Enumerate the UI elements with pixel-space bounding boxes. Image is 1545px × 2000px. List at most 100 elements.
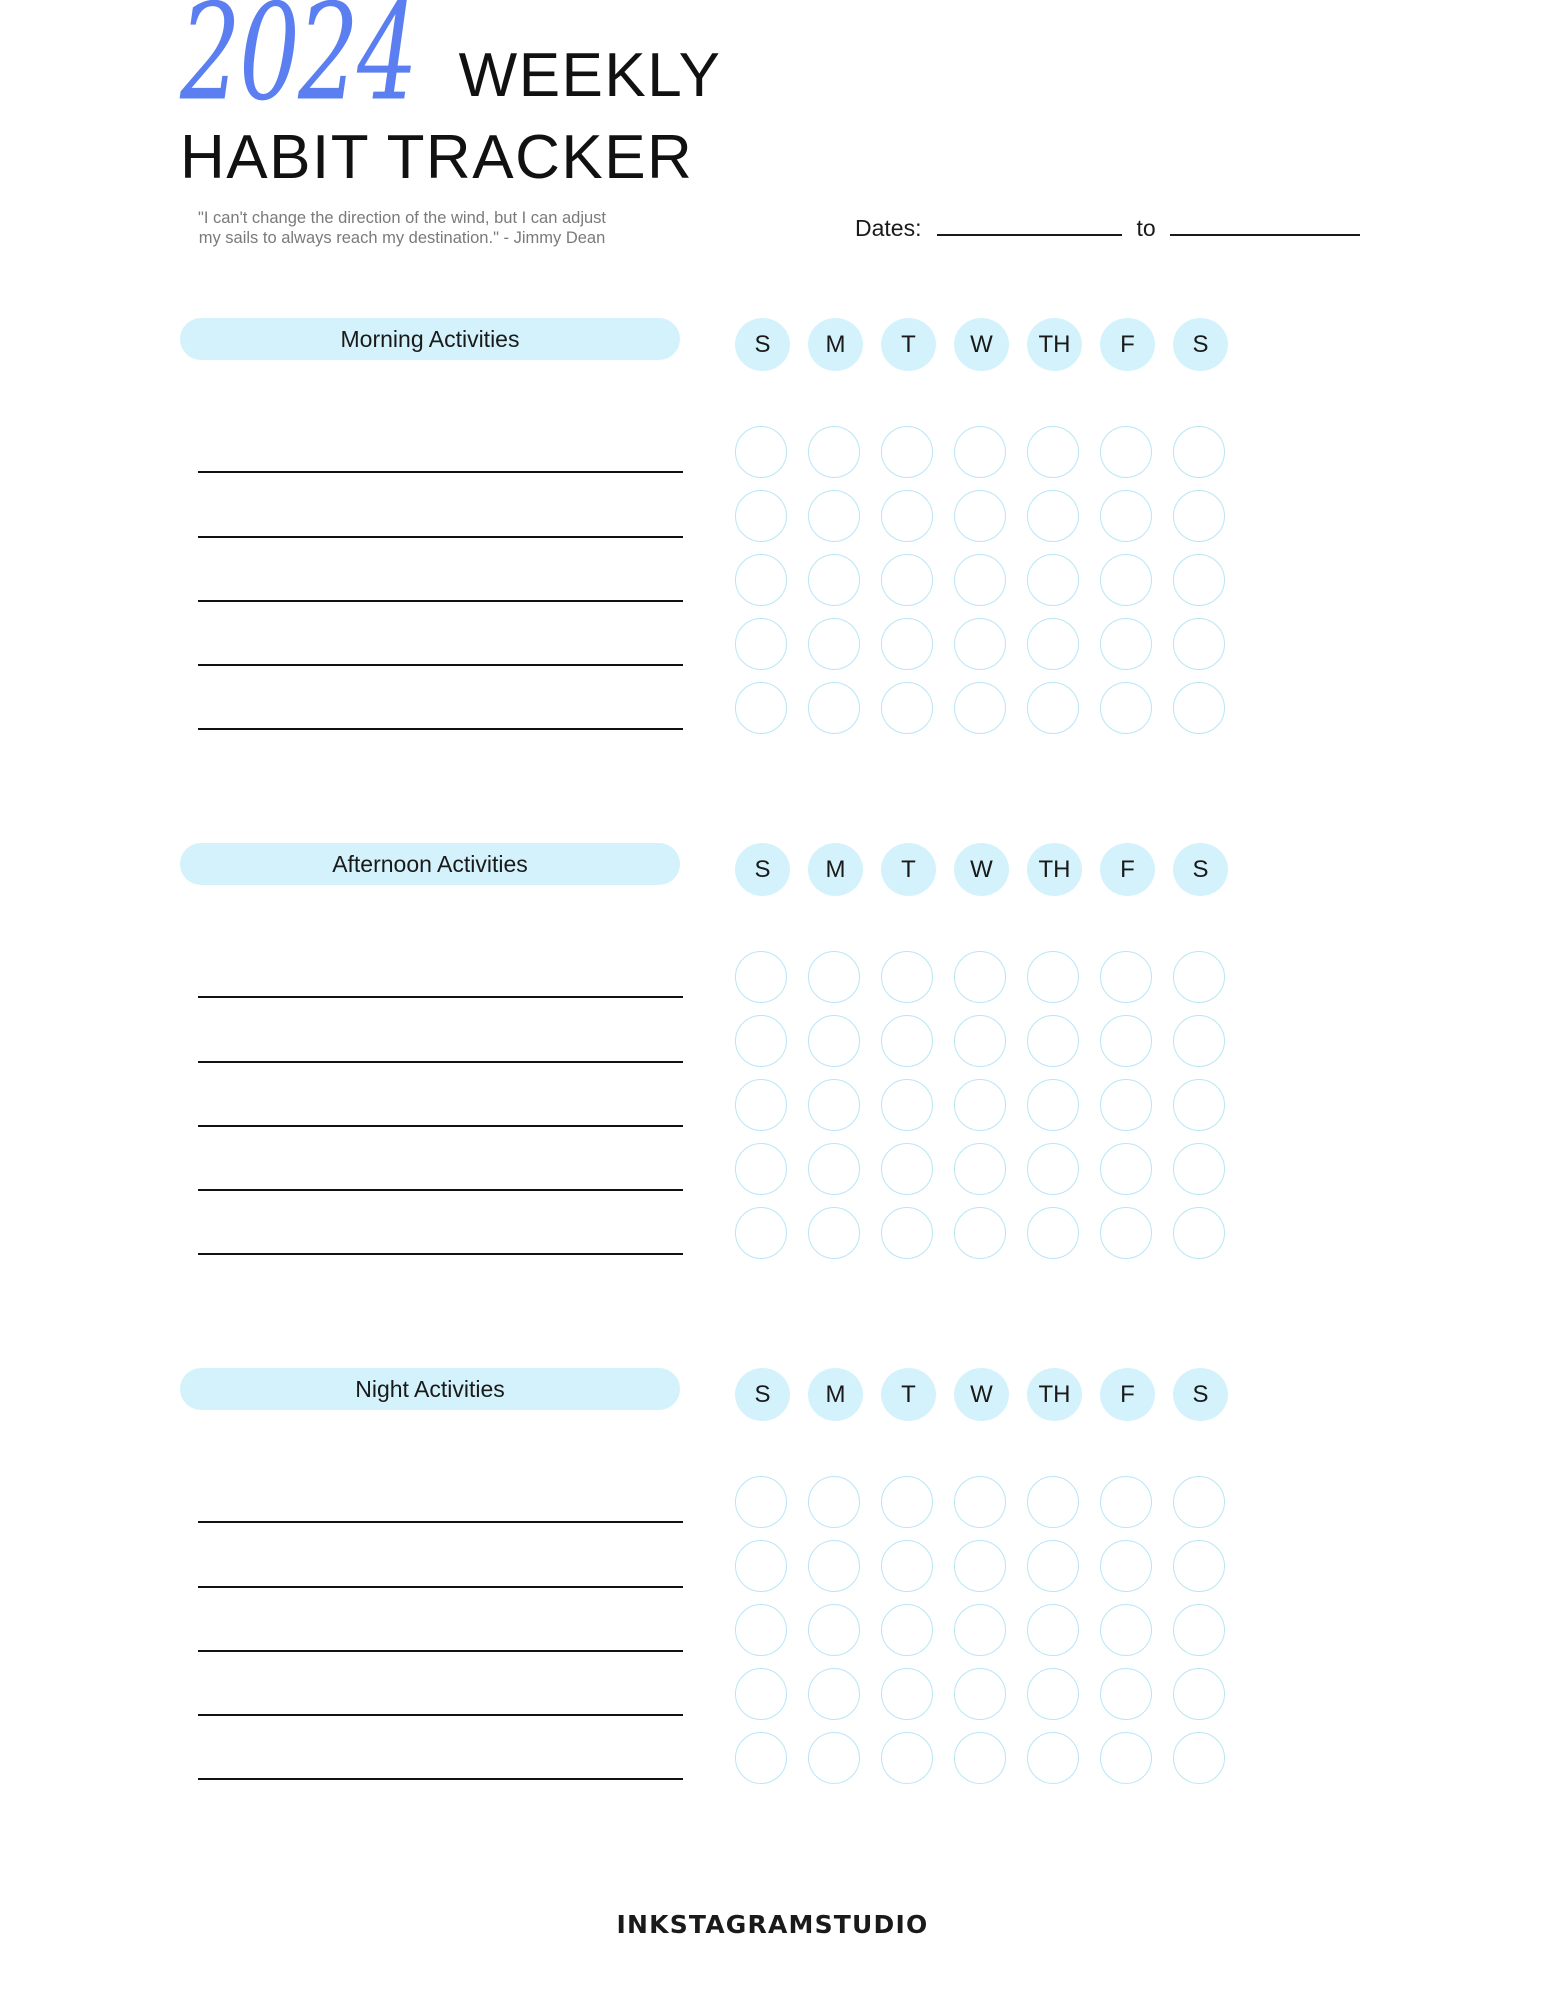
habit-checkbox[interactable] <box>954 1207 1006 1259</box>
habit-checkbox[interactable] <box>954 951 1006 1003</box>
habit-checkbox[interactable] <box>1027 1604 1079 1656</box>
habit-checkbox[interactable] <box>808 426 860 478</box>
habit-checkbox[interactable] <box>881 490 933 542</box>
habit-name-input[interactable] <box>198 1125 683 1127</box>
habit-checkbox[interactable] <box>735 426 787 478</box>
habit-checkbox[interactable] <box>881 1668 933 1720</box>
habit-checkbox[interactable] <box>1100 951 1152 1003</box>
habit-checkbox[interactable] <box>808 1207 860 1259</box>
habit-checkbox[interactable] <box>1027 426 1079 478</box>
habit-checkbox[interactable] <box>1173 1015 1225 1067</box>
habit-checkbox[interactable] <box>1100 618 1152 670</box>
habit-name-input[interactable] <box>198 1253 683 1255</box>
habit-checkbox[interactable] <box>1027 1540 1079 1592</box>
habit-checkbox[interactable] <box>735 490 787 542</box>
habit-checkbox[interactable] <box>735 1604 787 1656</box>
habit-checkbox[interactable] <box>1027 618 1079 670</box>
habit-checkbox[interactable] <box>881 951 933 1003</box>
habit-checkbox[interactable] <box>1173 1604 1225 1656</box>
habit-name-input[interactable] <box>198 1189 683 1191</box>
end-date-input[interactable] <box>1169 233 1360 236</box>
habit-checkbox[interactable] <box>1100 1207 1152 1259</box>
habit-checkbox[interactable] <box>808 1015 860 1067</box>
habit-checkbox[interactable] <box>954 1143 1006 1195</box>
habit-name-input[interactable] <box>198 728 683 730</box>
habit-checkbox[interactable] <box>954 682 1006 734</box>
habit-checkbox[interactable] <box>1173 1732 1225 1784</box>
habit-checkbox[interactable] <box>1173 554 1225 606</box>
habit-checkbox[interactable] <box>1027 1668 1079 1720</box>
habit-checkbox[interactable] <box>881 1079 933 1131</box>
habit-checkbox[interactable] <box>1027 682 1079 734</box>
habit-name-input[interactable] <box>198 1714 683 1716</box>
habit-checkbox[interactable] <box>1173 1207 1225 1259</box>
habit-checkbox[interactable] <box>1173 1079 1225 1131</box>
habit-checkbox[interactable] <box>1173 1540 1225 1592</box>
habit-name-input[interactable] <box>198 1061 683 1063</box>
habit-checkbox[interactable] <box>881 1476 933 1528</box>
habit-checkbox[interactable] <box>881 1143 933 1195</box>
habit-checkbox[interactable] <box>808 1476 860 1528</box>
habit-checkbox[interactable] <box>1100 682 1152 734</box>
habit-checkbox[interactable] <box>954 618 1006 670</box>
habit-checkbox[interactable] <box>808 1079 860 1131</box>
habit-checkbox[interactable] <box>954 490 1006 542</box>
habit-checkbox[interactable] <box>881 1207 933 1259</box>
habit-checkbox[interactable] <box>1100 1668 1152 1720</box>
habit-checkbox[interactable] <box>881 1540 933 1592</box>
habit-name-input[interactable] <box>198 996 683 998</box>
habit-checkbox[interactable] <box>881 426 933 478</box>
habit-checkbox[interactable] <box>1027 1015 1079 1067</box>
habit-checkbox[interactable] <box>954 1668 1006 1720</box>
habit-name-input[interactable] <box>198 1521 683 1523</box>
habit-checkbox[interactable] <box>1100 490 1152 542</box>
habit-name-input[interactable] <box>198 1778 683 1780</box>
habit-checkbox[interactable] <box>735 1015 787 1067</box>
habit-checkbox[interactable] <box>1173 426 1225 478</box>
habit-checkbox[interactable] <box>808 1668 860 1720</box>
habit-checkbox[interactable] <box>1027 1732 1079 1784</box>
habit-checkbox[interactable] <box>881 554 933 606</box>
habit-checkbox[interactable] <box>954 1604 1006 1656</box>
habit-checkbox[interactable] <box>881 1604 933 1656</box>
habit-checkbox[interactable] <box>1027 554 1079 606</box>
habit-checkbox[interactable] <box>1173 618 1225 670</box>
habit-name-input[interactable] <box>198 664 683 666</box>
start-date-input[interactable] <box>937 233 1123 236</box>
habit-checkbox[interactable] <box>735 1143 787 1195</box>
habit-name-input[interactable] <box>198 1650 683 1652</box>
habit-checkbox[interactable] <box>1027 1476 1079 1528</box>
habit-checkbox[interactable] <box>735 682 787 734</box>
habit-checkbox[interactable] <box>735 1476 787 1528</box>
habit-checkbox[interactable] <box>808 1540 860 1592</box>
habit-checkbox[interactable] <box>1100 1732 1152 1784</box>
habit-name-input[interactable] <box>198 471 683 473</box>
habit-checkbox[interactable] <box>735 1732 787 1784</box>
habit-checkbox[interactable] <box>808 1604 860 1656</box>
habit-checkbox[interactable] <box>1100 1015 1152 1067</box>
habit-checkbox[interactable] <box>1173 1476 1225 1528</box>
habit-checkbox[interactable] <box>808 682 860 734</box>
habit-checkbox[interactable] <box>954 554 1006 606</box>
habit-checkbox[interactable] <box>954 1732 1006 1784</box>
habit-checkbox[interactable] <box>735 1668 787 1720</box>
habit-checkbox[interactable] <box>1173 682 1225 734</box>
habit-checkbox[interactable] <box>735 1079 787 1131</box>
habit-checkbox[interactable] <box>1100 1476 1152 1528</box>
habit-checkbox[interactable] <box>1100 554 1152 606</box>
habit-checkbox[interactable] <box>1027 951 1079 1003</box>
habit-checkbox[interactable] <box>735 554 787 606</box>
habit-checkbox[interactable] <box>1100 1540 1152 1592</box>
habit-checkbox[interactable] <box>1100 1604 1152 1656</box>
habit-checkbox[interactable] <box>735 951 787 1003</box>
habit-checkbox[interactable] <box>808 490 860 542</box>
habit-checkbox[interactable] <box>735 618 787 670</box>
habit-checkbox[interactable] <box>1027 490 1079 542</box>
habit-name-input[interactable] <box>198 1586 683 1588</box>
habit-checkbox[interactable] <box>881 682 933 734</box>
habit-checkbox[interactable] <box>954 1476 1006 1528</box>
habit-checkbox[interactable] <box>954 1015 1006 1067</box>
habit-checkbox[interactable] <box>881 618 933 670</box>
habit-checkbox[interactable] <box>954 426 1006 478</box>
habit-checkbox[interactable] <box>954 1079 1006 1131</box>
